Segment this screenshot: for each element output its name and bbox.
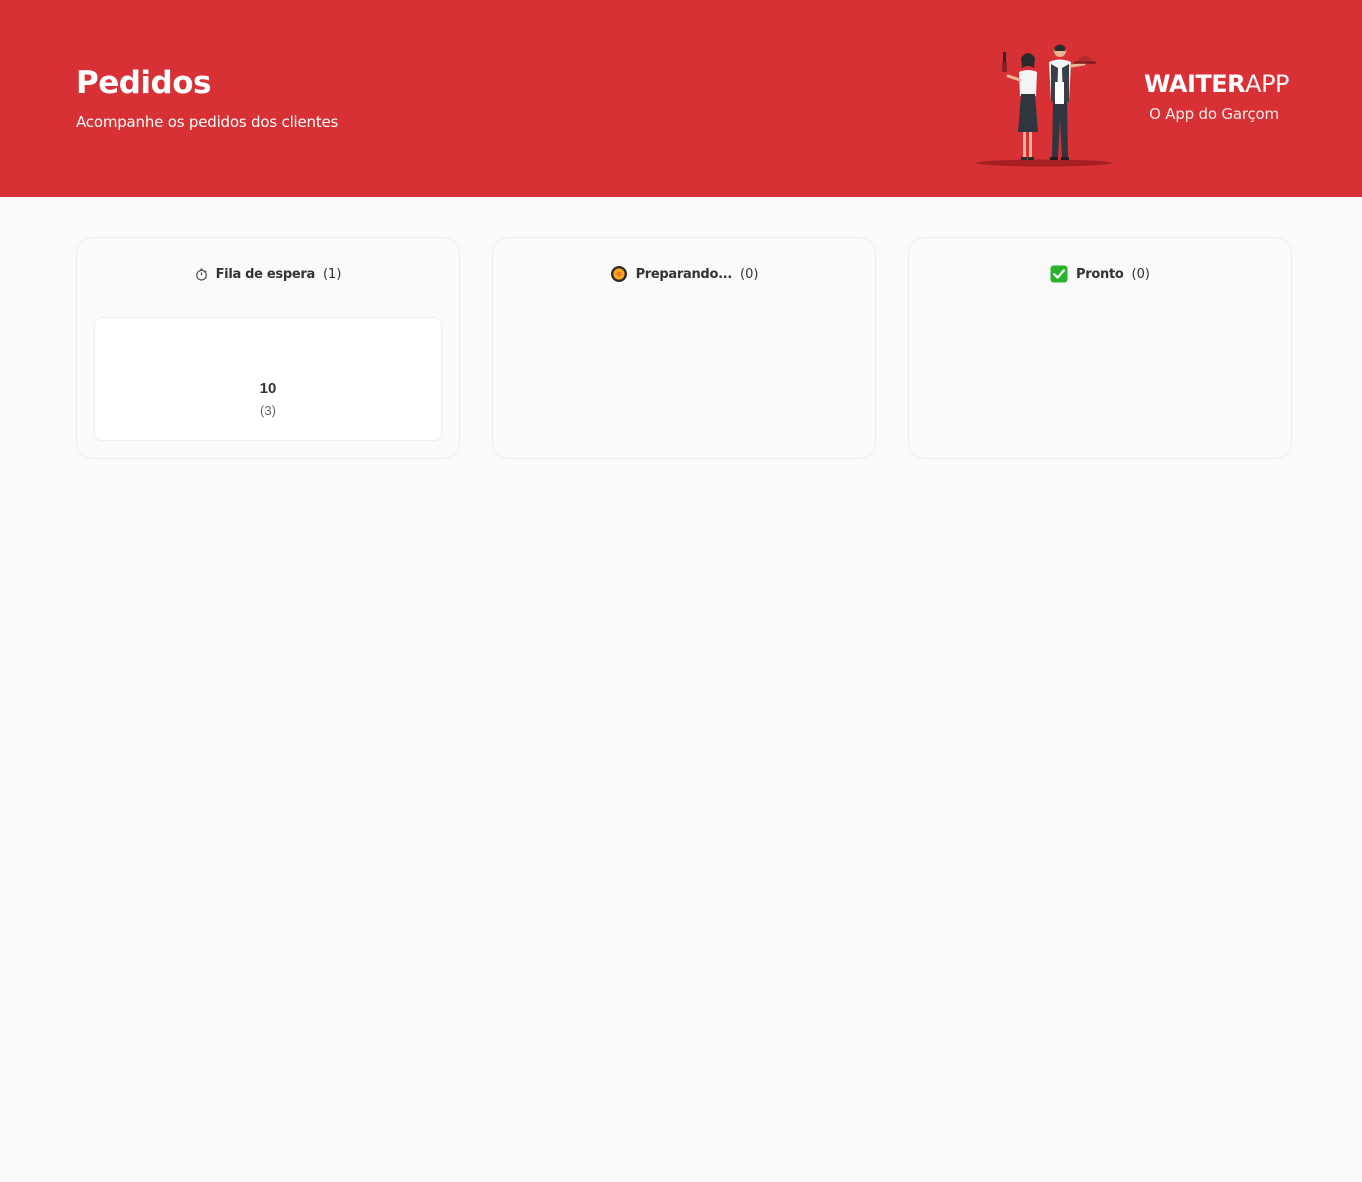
order-table-number: 10 [259,380,277,397]
page-subtitle: Acompanhe os pedidos dos clientes [76,113,339,131]
order-items-count: (3) [260,403,276,418]
orders-board: Fila de espera (1) 10 (3) Preparando... … [76,237,1292,459]
brand-logo-light: APP [1245,70,1290,98]
column-title: Preparando... [635,266,733,282]
column-title: Pronto [1076,266,1124,282]
check-icon [1050,265,1068,283]
brand-logo: WAITERAPP [1144,70,1290,98]
brand-logo-strong: WAITER [1144,70,1246,98]
header-banner: Pedidos Acompanhe os pedidos dos cliente… [0,0,1362,197]
stopwatch-icon [195,268,208,281]
column-header: Preparando... (0) [493,262,875,286]
column-waiting: Fila de espera (1) 10 (3) [76,237,460,459]
cooking-icon [610,265,628,283]
header-text: Pedidos Acompanhe os pedidos dos cliente… [76,64,338,132]
column-title: Fila de espera [215,266,316,282]
order-card[interactable]: 10 (3) [94,317,442,441]
brand-tagline: O App do Garçom [1149,105,1279,123]
column-count: (1) [322,266,342,282]
column-header: Pronto (0) [909,262,1291,286]
waiters-illustration-icon [976,44,1112,167]
column-ready: Pronto (0) [908,237,1292,459]
column-preparing: Preparando... (0) [492,237,876,459]
page-title: Pedidos [76,65,212,101]
column-count: (0) [1131,266,1150,282]
brand: WAITERAPP O App do Garçom [1144,70,1290,124]
column-count: (0) [740,266,759,282]
column-header: Fila de espera (1) [77,262,459,286]
